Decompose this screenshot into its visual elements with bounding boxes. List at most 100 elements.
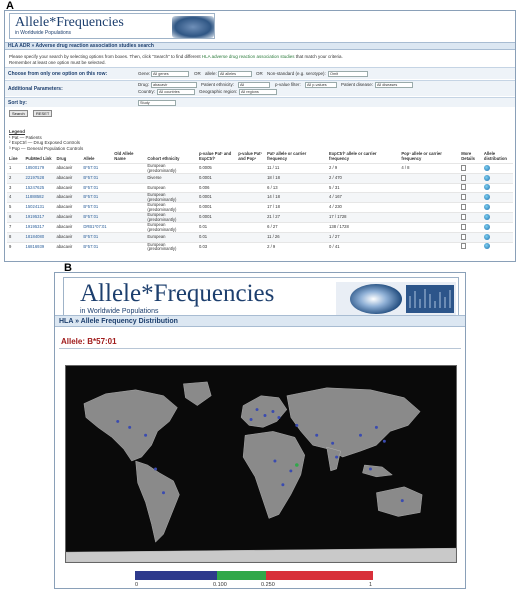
allele-link[interactable]: B*57:01 [81,173,113,183]
col-header: PubMed Link [25,156,52,161]
allele-link[interactable]: B*57:01 [81,202,113,213]
details-document-icon[interactable] [461,223,467,230]
col-header: Drug [56,156,67,161]
globe-distribution-icon[interactable] [483,174,490,181]
allele-distribution-panel: Allele*Frequencies in Worldwide Populati… [54,272,466,589]
p-value-pat-pop [236,232,266,242]
globe-distribution-icon[interactable] [483,213,490,220]
pubmed-link[interactable]: 15024131 [23,202,55,213]
details-document-icon[interactable] [461,203,467,210]
more-details-cell [459,241,482,252]
globe-distribution-icon[interactable] [483,203,490,210]
pop-frequency [399,241,460,252]
cohort-ethnicity: European (predominantly) [145,163,197,174]
details-document-icon[interactable] [461,184,467,190]
instructions-reminder: Remember at least one option must be sel… [9,60,106,65]
old-allele-name [112,192,146,203]
expctrl-frequency: 5 / 31 [327,182,400,193]
expctrl-frequency: 2 / 470 [327,173,400,183]
pubmed-link[interactable]: 11888582 [23,192,55,203]
site-logo[interactable]: Allele*Frequencies in Worldwide Populati… [9,13,215,39]
search-button[interactable]: Search [9,110,28,117]
old-allele-name [112,163,146,174]
logo-title: Allele*Frequencies [80,280,275,307]
reset-button[interactable]: RESET [33,110,53,117]
globe-distribution-icon[interactable] [483,243,490,250]
gene-select[interactable]: All genes [151,71,189,77]
globe-distribution-icon[interactable] [483,184,490,190]
details-document-icon[interactable] [461,213,467,220]
pubmed-link[interactable]: 19195317 [23,212,55,223]
non-standard-select[interactable]: Omit [328,71,368,77]
region-select[interactable]: All regions [239,89,277,95]
pat-frequency: 21 / 27 [265,212,328,223]
pat-frequency: 6 / 13 [265,182,328,193]
pop-frequency [399,212,460,223]
allele-link[interactable]: B*57:01 [81,182,113,193]
drug-cell: abacavir [54,222,82,233]
site-header: Allele*Frequencies in Worldwide Populati… [5,11,515,41]
globe-distribution-icon[interactable] [483,233,490,240]
sort-select[interactable]: Study [138,100,176,106]
disease-select[interactable]: All diseases [375,82,413,88]
allele-link[interactable]: B*57:01 [81,241,113,252]
allele-distribution-cell [481,182,513,193]
choose-one-label: Choose from only one option on this row: [8,71,108,77]
country-select[interactable]: All countries [157,89,195,95]
pubmed-link[interactable]: 15247625 [23,182,55,193]
globe-distribution-icon[interactable] [483,193,490,200]
cohort-ethnicity: European [145,232,197,242]
pubmed-link[interactable]: 19195317 [23,222,55,233]
old-allele-name [112,202,146,213]
table-row: 8 18184080 abacavir B*57:01 European 0.01 11 /… [7,232,513,242]
sort-label: Sort by: [8,100,27,106]
old-allele-name [112,182,146,193]
details-document-icon[interactable] [461,164,467,171]
globe-logo-icon [172,16,214,38]
legend-item: ² ExpCtrl — Drug Exposed Controls [9,140,81,145]
table-row: 1 18500179 abacavir B*57:01 European (predom… [7,163,513,174]
drug-cell: abacavir [54,212,82,223]
line-number: 8 [7,232,24,242]
allele-link[interactable]: DRB1*07:01 [81,222,113,233]
line-number: 2 [7,173,24,183]
line-number: 3 [7,182,24,193]
p-value-pat-pop [236,192,266,203]
pop-frequency [399,173,460,183]
drug-select[interactable]: abacavir [151,82,197,88]
world-frequency-map[interactable] [65,365,457,563]
details-document-icon[interactable] [461,233,467,240]
line-number: 6 [7,212,24,223]
pubmed-link[interactable]: 18184080 [23,232,55,242]
allele-link[interactable]: B*57:01 [81,212,113,223]
site-logo[interactable]: Allele*Frequencies in Worldwide Populati… [63,277,459,319]
allele-link[interactable]: B*57:01 [81,163,113,174]
old-allele-name [112,212,146,223]
allele-link[interactable]: B*57:01 [81,192,113,203]
details-document-icon[interactable] [461,174,467,181]
table-row: 7 19195317 abacavir DRB1*07:01 European (pre… [7,222,513,233]
legend: Legend ¹ Pat — Patients ² ExpCtrl — Drug… [9,129,83,151]
globe-distribution-icon[interactable] [483,223,490,230]
col-header: p-value Pat¹ and Pop³ [238,151,262,161]
allele-distribution-cell [481,163,513,174]
col-header: Pat¹ allele or carrier frequency [267,151,307,161]
allele-link[interactable]: B*57:01 [81,232,113,242]
p-value-pat-pop [236,202,266,213]
allele-select[interactable]: All alleles [218,71,252,77]
breadcrumb: HLA ADR » Adverse drug reaction associat… [5,42,515,50]
p-value-filter-select[interactable]: All p-values [305,82,337,88]
pubmed-link[interactable]: 22197528 [23,173,55,183]
ethnicity-select[interactable]: All [238,82,270,88]
adr-search-panel: Allele*Frequencies in Worldwide Populati… [4,10,516,262]
scale-tick: 1 [369,582,373,588]
table-row: 4 11888582 abacavir B*57:01 European (predom… [7,192,513,203]
details-document-icon[interactable] [461,193,467,200]
globe-distribution-icon[interactable] [483,164,490,171]
expctrl-frequency: 4 / 167 [327,192,400,203]
table-row: 2 22197528 abacavir B*57:01 Diverse 0.0001 18 … [7,173,513,183]
pubmed-link[interactable]: 18500179 [23,163,55,174]
pubmed-link[interactable]: 16816939 [23,241,55,252]
adr-studies-link[interactable]: HLA adverse drug reaction association st… [202,54,295,59]
details-document-icon[interactable] [461,243,467,250]
